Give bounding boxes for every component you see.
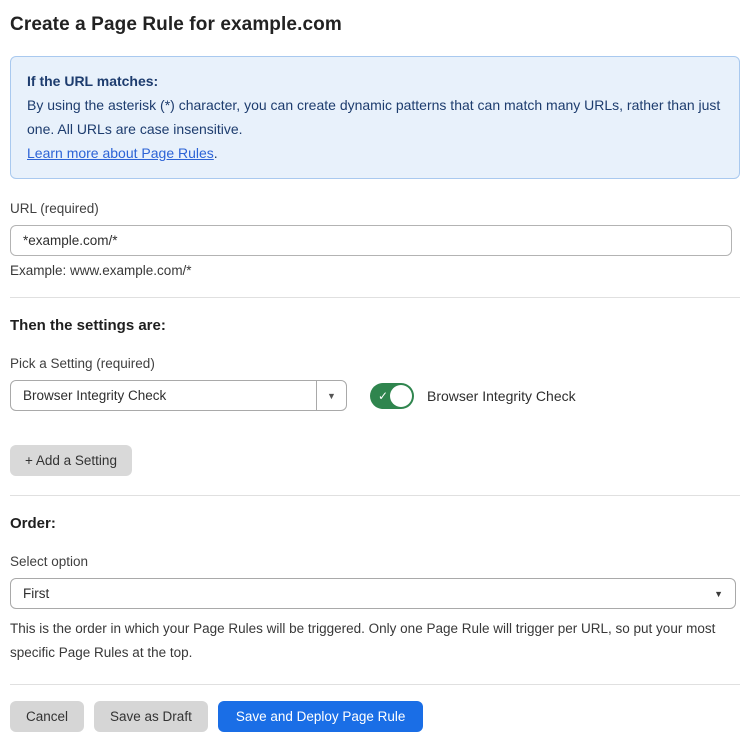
add-setting-button[interactable]: + Add a Setting [10, 445, 132, 476]
check-icon: ✓ [378, 390, 388, 402]
order-select-value: First [23, 586, 49, 601]
cancel-button[interactable]: Cancel [10, 701, 84, 732]
setting-row: Browser Integrity Check ▼ ✓ Browser Inte… [10, 380, 740, 411]
url-field-label: URL (required) [10, 201, 740, 216]
save-draft-button[interactable]: Save as Draft [94, 701, 208, 732]
setting-dropdown-value: Browser Integrity Check [11, 381, 316, 410]
browser-integrity-toggle[interactable]: ✓ [370, 383, 414, 409]
info-box-heading: If the URL matches: [27, 69, 723, 93]
url-match-info-box: If the URL matches: By using the asteris… [10, 56, 740, 179]
chevron-down-icon: ▼ [714, 589, 723, 599]
order-select-label: Select option [10, 554, 740, 569]
toggle-label: Browser Integrity Check [427, 388, 576, 404]
divider [10, 495, 740, 496]
settings-section-heading: Then the settings are: [10, 317, 740, 334]
order-section-heading: Order: [10, 515, 740, 532]
chevron-down-icon: ▼ [327, 391, 336, 401]
divider [10, 297, 740, 298]
toggle-knob [390, 385, 412, 407]
footer-actions: Cancel Save as Draft Save and Deploy Pag… [10, 701, 740, 732]
learn-more-link[interactable]: Learn more about Page Rules [27, 145, 214, 161]
setting-toggle-group: ✓ Browser Integrity Check [370, 383, 576, 409]
url-input[interactable] [10, 225, 732, 256]
url-example-helper: Example: www.example.com/* [10, 263, 740, 278]
divider [10, 684, 740, 685]
pick-setting-label: Pick a Setting (required) [10, 356, 740, 371]
order-helper-text: This is the order in which your Page Rul… [10, 617, 736, 664]
page-rule-form: Create a Page Rule for example.com If th… [0, 0, 750, 732]
setting-dropdown-button[interactable]: ▼ [316, 381, 346, 410]
order-select[interactable]: First ▼ [10, 578, 736, 609]
page-title: Create a Page Rule for example.com [10, 14, 740, 36]
info-box-link-line: Learn more about Page Rules. [27, 141, 723, 165]
setting-dropdown[interactable]: Browser Integrity Check ▼ [10, 380, 347, 411]
save-deploy-button[interactable]: Save and Deploy Page Rule [218, 701, 424, 732]
info-box-body: By using the asterisk (*) character, you… [27, 93, 723, 141]
link-suffix: . [214, 145, 218, 161]
